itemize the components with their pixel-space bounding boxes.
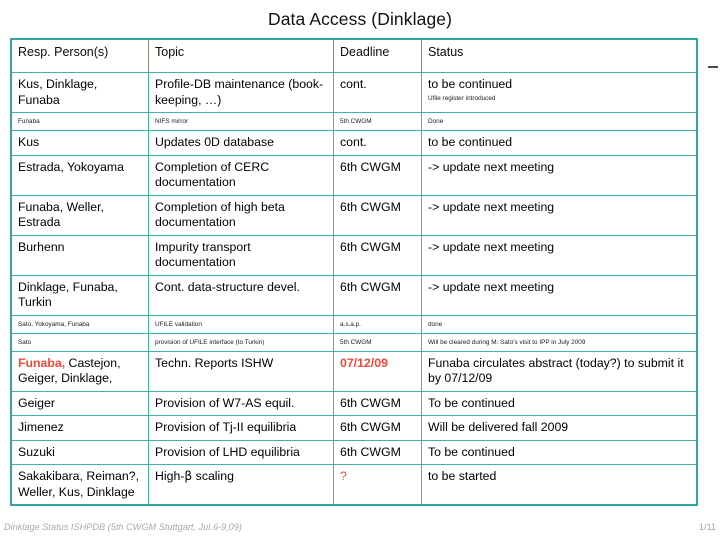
- cell-status: -> update next meeting: [421, 154, 697, 196]
- column-header-person: Resp. Person(s): [11, 39, 149, 73]
- cell-topic: Cont. data-structure devel.: [148, 274, 334, 316]
- cell-deadline: 5th CWGM: [333, 112, 422, 131]
- cell-person: Funaba, Weller, Estrada: [11, 194, 149, 236]
- cell-topic: Provision of LHD equilibria: [148, 439, 334, 465]
- table-row: Sakakibara, Reiman?, Weller, Kus, Dinkla…: [11, 464, 697, 505]
- cell-status: to be continued Ufile register introduced: [421, 72, 697, 113]
- table-row: Burhenn Impurity transport documentation 6…: [11, 234, 697, 276]
- table-row: Kus Updates 0D database cont. to be continu…: [11, 130, 697, 156]
- cell-status: -> update next meeting: [421, 194, 697, 236]
- cell-topic: Completion of high beta documentation: [148, 194, 334, 236]
- cell-topic: Provision of W7-AS equil.: [148, 390, 334, 416]
- cell-deadline: ?: [333, 464, 422, 505]
- cell-status: to be started: [421, 464, 697, 505]
- page-title: Data Access (Dinklage): [267, 9, 453, 29]
- cell-topic: High-β scaling: [148, 464, 334, 505]
- cell-deadline: 6th CWGM: [333, 154, 422, 196]
- cell-status: To be continued: [421, 439, 697, 465]
- cell-status: -> update next meeting: [421, 234, 697, 276]
- cell-deadline: 6th CWGM: [333, 415, 422, 441]
- cell-person: Kus: [11, 130, 149, 156]
- cell-topic: Techn. Reports ISHW: [148, 350, 334, 392]
- cell-topic: UFILE validation: [148, 314, 334, 334]
- agenda-table-wrapper: Resp. Person(s) Topic Deadline Status Ku…: [10, 38, 698, 506]
- table-row: Jimenez Provision of Tj-II equilibria 6th …: [11, 415, 697, 441]
- greek-beta-glyph: β: [184, 469, 193, 483]
- cell-person: Suzuki: [11, 439, 149, 465]
- cell-person: Estrada, Yokoyama: [11, 154, 149, 196]
- slide-root: Data Access (Dinklage) Resp. Person(s) T…: [0, 0, 720, 540]
- cell-person: Sato: [11, 332, 149, 352]
- cell-topic: Updates 0D database: [148, 130, 334, 156]
- table-row: Geiger Provision of W7-AS equil. 6th CWGM T…: [11, 390, 697, 416]
- table-row: Estrada, Yokoyama Completion of CERC docu…: [11, 154, 697, 196]
- table-row: Dinklage, Funaba, Turkin Cont. data-struc…: [11, 274, 697, 316]
- table-row: Funaba, Castejon, Geiger, Dinklage, Techn…: [11, 350, 697, 392]
- cell-person: Sato, Yokoyama, Funaba: [11, 314, 149, 334]
- cell-status: to be continued: [421, 130, 697, 156]
- cell-person: Jimenez: [11, 415, 149, 441]
- cell-status: Will be delivered fall 2009: [421, 415, 697, 441]
- cell-status: Funaba circulates abstract (today?) to s…: [421, 350, 697, 392]
- cell-deadline: 6th CWGM: [333, 439, 422, 465]
- cell-deadline: 5th CWGM: [333, 332, 422, 352]
- cell-person: Funaba: [11, 112, 149, 131]
- table-row: Funaba NIFS mirror 5th CWGM Done: [11, 112, 697, 131]
- cell-status: Done: [421, 112, 697, 131]
- cell-person: Kus, Dinklage, Funaba: [11, 72, 149, 113]
- deadline-highlight: 07/12/09: [340, 355, 388, 370]
- cell-person: Dinklage, Funaba, Turkin: [11, 274, 149, 316]
- slide-footer: Dinklage Status ISHPDB (5th CWGM Stuttga…: [4, 521, 716, 535]
- cell-status: -> update next meeting: [421, 274, 697, 316]
- cell-deadline: 6th CWGM: [333, 274, 422, 316]
- cell-topic: Impurity transport documentation: [148, 234, 334, 276]
- cell-person: Sakakibara, Reiman?, Weller, Kus, Dinkla…: [11, 464, 149, 505]
- cell-person: Funaba, Castejon, Geiger, Dinklage,: [11, 350, 149, 392]
- cell-deadline: a.s.a.p.: [333, 314, 422, 334]
- cell-topic: Provision of Tj-II equilibria: [148, 415, 334, 441]
- cell-deadline: cont.: [333, 130, 422, 156]
- cell-status: Will be cleared during M. Sato's visit t…: [421, 332, 697, 352]
- cell-person: Burhenn: [11, 234, 149, 276]
- table-row: Suzuki Provision of LHD equilibria 6th CWG…: [11, 439, 697, 465]
- deadline-highlight: ?: [340, 469, 347, 483]
- table-header-row: Resp. Person(s) Topic Deadline Status: [11, 39, 697, 73]
- cell-topic: NIFS mirror: [148, 112, 334, 131]
- table-row: Sato provision of UFILE interface (to Tur…: [11, 332, 697, 352]
- footer-page-number: 1/11: [698, 522, 716, 532]
- cell-topic: Profile-DB maintenance (book-keeping, …): [148, 72, 334, 113]
- cell-deadline: cont.: [333, 72, 422, 113]
- cell-deadline: 07/12/09: [333, 350, 422, 392]
- cell-deadline: 6th CWGM: [333, 234, 422, 276]
- table-row: Funaba, Weller, Estrada Completion of hig…: [11, 194, 697, 236]
- table-body: Kus, Dinklage, Funaba Profile-DB maintena…: [11, 72, 697, 505]
- table-header: Resp. Person(s) Topic Deadline Status: [11, 39, 697, 73]
- footer-left-text: Dinklage Status ISHPDB (5th CWGM Stuttga…: [4, 522, 242, 532]
- column-header-deadline: Deadline: [333, 39, 422, 73]
- column-header-status: Status: [421, 39, 697, 73]
- cell-topic: provision of UFILE interface (to Turkin): [148, 332, 334, 352]
- cell-topic: Completion of CERC documentation: [148, 154, 334, 196]
- slide-edge-marker: [708, 66, 718, 68]
- agenda-table: Resp. Person(s) Topic Deadline Status Ku…: [10, 38, 698, 506]
- table-row: Sato, Yokoyama, Funaba UFILE validation a.…: [11, 314, 697, 334]
- person-highlight: Funaba,: [18, 355, 66, 370]
- cell-person: Geiger: [11, 390, 149, 416]
- cell-deadline: 6th CWGM: [333, 194, 422, 236]
- cell-status: To be continued: [421, 390, 697, 416]
- status-note: Ufile register introduced: [428, 94, 496, 102]
- cell-status: done: [421, 314, 697, 334]
- column-header-topic: Topic: [148, 39, 334, 73]
- cell-deadline: 6th CWGM: [333, 390, 422, 416]
- table-row: Kus, Dinklage, Funaba Profile-DB maintena…: [11, 72, 697, 113]
